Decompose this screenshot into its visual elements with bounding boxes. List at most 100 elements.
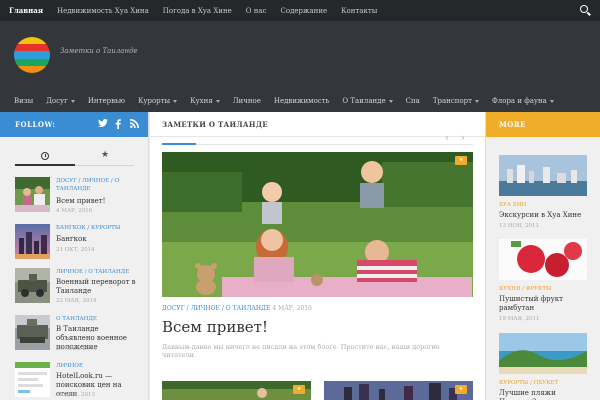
more-label: MORE [499,120,526,129]
nav-resorts[interactable]: Курорты [138,97,178,105]
post-category[interactable]: О ТАИЛАНДЕ [56,315,136,323]
post-thumbnail[interactable] [15,315,50,350]
divider-accent [162,143,196,145]
site-logo[interactable] [14,37,50,73]
post-category[interactable]: БАНГКОК / КУРОРТЫ [56,224,136,232]
list-item[interactable]: КУРОРТЫ / ПХУКЕТ Лучшие пляжи Пхукета 3 [499,333,587,400]
topnav-realty[interactable]: Недвижимость Хуа Хина [57,7,149,15]
nav-spa[interactable]: Спа [406,97,420,105]
post-thumbnail[interactable] [499,333,587,374]
list-item[interactable]: О ТАИЛАНДЕ В Таиланде объявлено военное … [15,315,137,355]
topnav-home[interactable]: Главная [9,6,43,15]
post-thumbnail[interactable] [15,224,50,259]
post-category[interactable]: КУХНЯ / ФРУКТЫ [499,286,587,292]
secondary-photo [162,381,311,400]
more-bar: MORE [486,112,600,137]
featured-date: 4 МАР, 2016 [272,305,312,312]
slider-arrows: ‹ › [445,131,465,144]
active-tab-indicator [15,164,75,166]
search-icon[interactable] [580,5,588,13]
top-nav: Главная Недвижимость Хуа Хина Погода в Х… [9,0,391,21]
topnav-weather[interactable]: Погода в Хуа Хине [163,7,232,15]
family-photo [162,152,473,297]
right-sidebar: MORE ХУА ХИН Экскурсии в Хуа Хине 13 НОЯ… [485,112,600,400]
favorite-badge[interactable]: ★ [293,385,305,394]
post-thumbnail[interactable] [15,177,50,212]
featured-excerpt: Давным-давно мы ничего не писали на этом… [162,343,440,359]
post-category[interactable]: ДОСУГ / ЛИЧНОЕ / О ТАИЛАНДЕ [56,177,136,193]
post-thumbnail[interactable] [15,268,50,303]
post-date: 20 МАЯ, 2014 [56,346,97,352]
post-date: 21 ОКТ, 2014 [56,247,95,253]
post-category[interactable]: ЛИЧНОЕ [56,362,136,370]
list-item[interactable]: ЛИЧНОЕ HotelLook.ru — поисковик цен на о… [15,362,137,400]
post-thumbnail[interactable] [499,239,587,280]
main-content: ЗАМЕТКИ О ТАИЛАНДЕ ‹ › ★ ДОСУГ / ЛИЧНОЕ … [150,112,485,400]
chevron-down-icon [388,99,393,103]
featured-meta: ДОСУГ / ЛИЧНОЕ / О ТАИЛАНДЕ 4 МАР, 2016 [162,305,312,312]
topnav-about[interactable]: О нас [246,7,267,15]
chevron-right-icon[interactable]: › [461,131,465,144]
sidebar-tabs: ★ [15,150,134,166]
left-sidebar: FOLLOW: ★ ДОСУГ / ЛИЧНОЕ / О ТАИЛАНДЕ Вс… [0,112,149,400]
post-title[interactable]: Всем привет! [56,197,138,206]
facebook-icon[interactable] [115,119,121,132]
post-category[interactable]: КУРОРТЫ / ПХУКЕТ [499,380,587,386]
post-title[interactable]: Пушистый фрукт рамбутан [499,295,587,313]
topnav-contacts[interactable]: Контакты [341,7,377,15]
top-bar: Главная Недвижимость Хуа Хина Погода в Х… [0,0,600,21]
nav-flora-fauna[interactable]: Флора и фауна [492,97,554,105]
secondary-post-image[interactable]: ★ [324,381,473,400]
nav-interview[interactable]: Интервью [88,97,125,105]
nav-cuisine[interactable]: Кухня [190,97,220,105]
secondary-photo [324,381,473,400]
nav-personal[interactable]: Личное [233,97,261,105]
post-title[interactable]: Лучшие пляжи Пхукета 3 [499,389,587,400]
featured-image[interactable]: ★ [162,152,473,297]
nav-transport[interactable]: Транспорт [433,97,479,105]
secondary-post-image[interactable]: ★ [162,381,311,400]
chevron-down-icon [70,99,75,103]
list-item[interactable]: ЛИЧНОЕ / О ТАИЛАНДЕ Военный переворот в … [15,268,137,308]
favorite-badge[interactable]: ★ [455,385,467,394]
chevron-down-icon [173,99,178,103]
list-item[interactable]: КУХНЯ / ФРУКТЫ Пушистый фрукт рамбутан 1… [499,239,587,322]
post-date: 13 НОЯ, 2011 [499,223,539,229]
nav-realty[interactable]: Недвижимость [274,97,330,105]
topnav-contents[interactable]: Содержание [281,7,328,15]
post-date: 19 МАЯ, 2011 [499,316,540,322]
list-item[interactable]: ДОСУГ / ЛИЧНОЕ / О ТАИЛАНДЕ Всем привет!… [15,177,138,214]
post-category[interactable]: ЛИЧНОЕ / О ТАИЛАНДЕ [56,268,136,276]
main-nav: Визы Досуг Интервью Курорты Кухня Личное… [0,90,600,112]
post-title[interactable]: Бангкок [56,235,138,244]
post-date: 22 МАЯ, 2014 [56,298,97,304]
post-title[interactable]: Экскурсии в Хуа Хине [499,211,587,220]
rss-icon[interactable] [130,119,139,131]
list-item[interactable]: БАНГКОК / КУРОРТЫ Бангкок 21 ОКТ, 2014 [15,224,137,260]
clock-icon[interactable] [41,152,49,160]
twitter-icon[interactable] [98,119,108,131]
featured-categories[interactable]: ДОСУГ / ЛИЧНОЕ / О ТАИЛАНДЕ [162,305,270,312]
chevron-down-icon [474,99,479,103]
chevron-down-icon [215,99,220,103]
star-icon[interactable]: ★ [101,150,109,160]
post-title[interactable]: Военный переворот в Таиланде [56,278,138,296]
nav-leisure[interactable]: Досуг [46,97,75,105]
list-item[interactable]: ХУА ХИН Экскурсии в Хуа Хине 13 НОЯ, 201… [499,155,587,229]
chevron-left-icon[interactable]: ‹ [445,131,449,144]
site-tagline: Заметки о Таиланде [60,47,138,55]
favorite-badge[interactable]: ★ [455,156,467,165]
nav-visas[interactable]: Визы [14,97,33,105]
post-thumbnail[interactable] [499,155,587,196]
content-header: ЗАМЕТКИ О ТАИЛАНДЕ [150,112,485,137]
nav-about-thailand[interactable]: О Таиланде [342,97,393,105]
post-date: 26 ДЕК, 2013 [56,392,95,398]
follow-bar: FOLLOW: [0,112,148,137]
featured-title[interactable]: Всем привет! [162,318,268,336]
post-category[interactable]: ХУА ХИН [499,202,587,208]
post-thumbnail[interactable] [15,362,50,397]
divider [162,144,473,145]
chevron-down-icon [549,99,554,103]
follow-label: FOLLOW: [15,120,56,129]
post-date: 4 МАР, 2016 [56,208,93,214]
